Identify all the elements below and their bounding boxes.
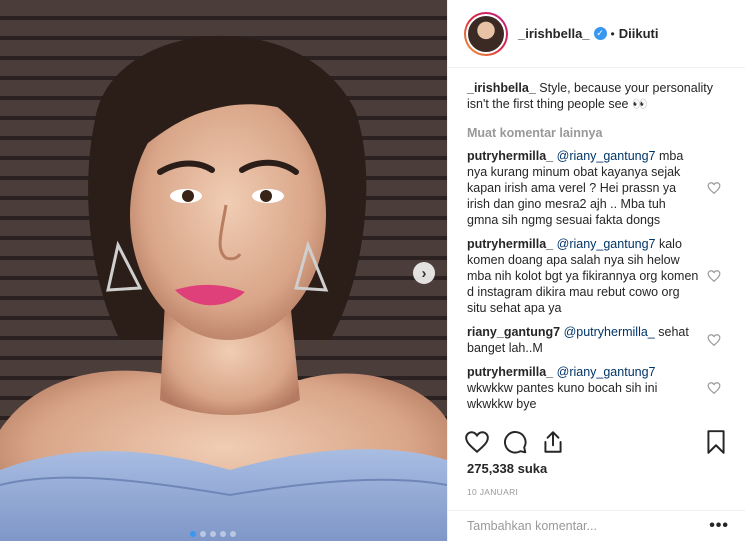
comment-mention[interactable]: @putryhermilla_ xyxy=(564,325,655,339)
avatar[interactable] xyxy=(464,11,508,56)
comment-mention[interactable]: @riany_gantung7 xyxy=(557,149,656,163)
comment-item: riany_gantung7 @putryhermilla_ sehat ban… xyxy=(467,324,729,356)
comment-mention[interactable]: @riany_gantung7 xyxy=(557,237,656,251)
post-side-panel: _irishbella_ ✓ • Diikuti _irishbella_ St… xyxy=(447,0,745,541)
load-more-comments-button[interactable]: Muat komentar lainnya xyxy=(467,126,729,140)
header-username[interactable]: _irishbella_ xyxy=(518,26,590,41)
post-date[interactable]: 10 JANUARI xyxy=(467,487,518,497)
follow-status-button[interactable]: Diikuti xyxy=(619,26,659,41)
comment-icon[interactable] xyxy=(502,429,528,455)
comment-username[interactable]: riany_gantung7 xyxy=(467,325,560,339)
share-icon[interactable] xyxy=(540,429,566,455)
portrait-illustration xyxy=(0,35,447,541)
comment-mention[interactable]: @riany_gantung7 xyxy=(557,365,656,379)
carousel-dot xyxy=(220,531,226,537)
verified-badge-icon: ✓ xyxy=(593,27,607,40)
comment-text: wkwkkw pantes kuno bocah sih ini wkwkkw … xyxy=(467,381,658,411)
carousel-dot xyxy=(230,531,236,537)
comment-username[interactable]: putryhermilla_ xyxy=(467,237,553,251)
carousel-indicator xyxy=(190,531,236,537)
carousel-dot xyxy=(190,531,196,537)
carousel-dot xyxy=(210,531,216,537)
separator-dot: • xyxy=(610,26,615,41)
heart-icon[interactable] xyxy=(707,269,721,283)
bookmark-icon[interactable] xyxy=(703,429,729,455)
avatar-image xyxy=(466,13,506,54)
comment-username[interactable]: putryhermilla_ xyxy=(467,149,553,163)
add-comment-bar: ••• xyxy=(448,510,745,541)
heart-icon[interactable] xyxy=(707,381,721,395)
post-photo[interactable]: › xyxy=(0,0,447,541)
heart-icon[interactable] xyxy=(707,333,721,347)
chevron-right-icon: › xyxy=(421,264,427,282)
heart-icon[interactable] xyxy=(707,181,721,195)
comment-item: putryhermilla_ @riany_gantung7 mba nya k… xyxy=(467,148,729,228)
post-header: _irishbella_ ✓ • Diikuti xyxy=(448,0,745,68)
heart-icon[interactable] xyxy=(464,429,490,455)
comment-input[interactable] xyxy=(467,519,710,533)
more-options-icon[interactable]: ••• xyxy=(709,517,729,535)
like-count[interactable]: 275,338 suka xyxy=(467,461,547,476)
carousel-dot xyxy=(200,531,206,537)
caption-username[interactable]: _irishbella_ xyxy=(467,81,536,95)
post-actions-bar xyxy=(464,426,729,458)
comments-section[interactable]: _irishbella_ Style, because your persona… xyxy=(448,72,745,424)
comment-username[interactable]: putryhermilla_ xyxy=(467,365,553,379)
comment-item: putryhermilla_ @riany_gantung7 kalo kome… xyxy=(467,236,729,316)
carousel-next-button[interactable]: › xyxy=(413,262,435,284)
comment-item: putryhermilla_ @riany_gantung7 wkwkkw pa… xyxy=(467,364,729,412)
post-caption: _irishbella_ Style, because your persona… xyxy=(467,80,729,112)
